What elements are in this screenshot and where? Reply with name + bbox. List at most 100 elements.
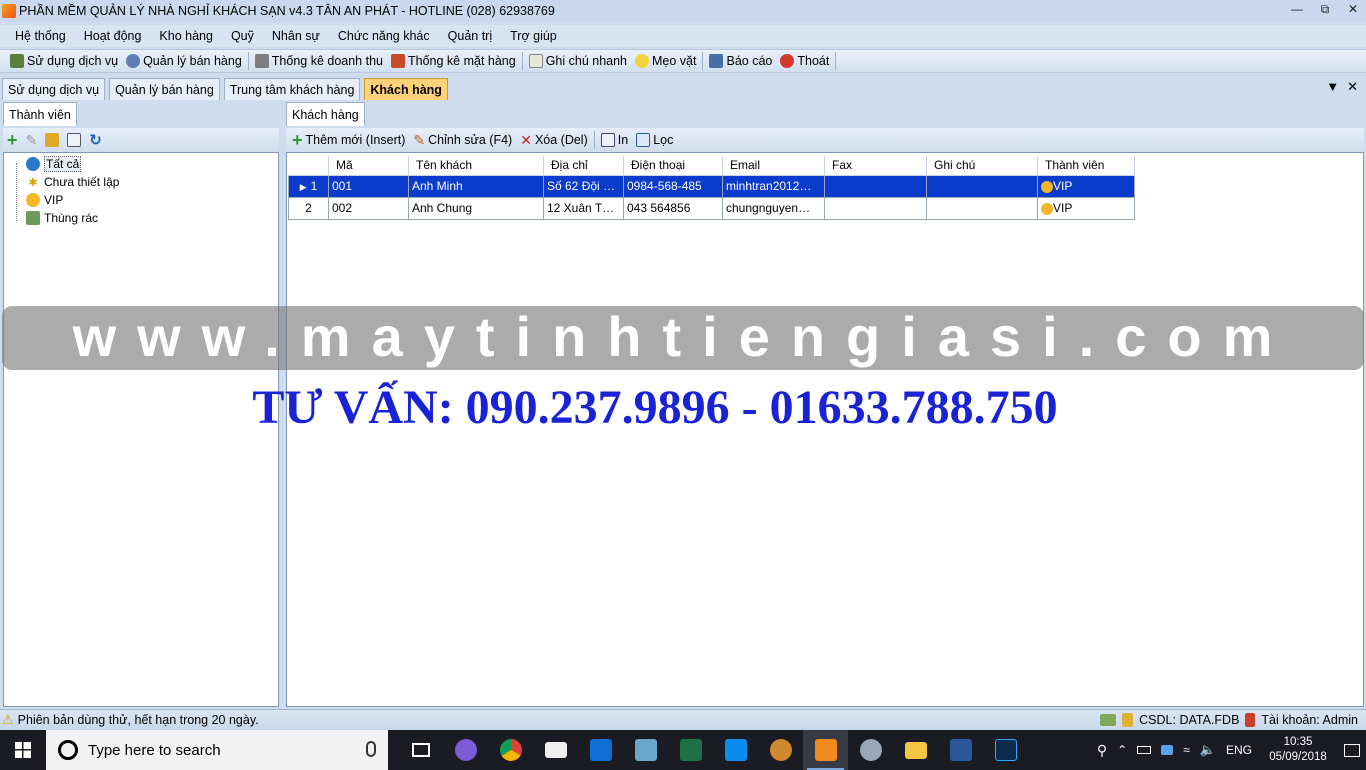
task-view-button[interactable] (398, 730, 443, 770)
taskbar-app-chrome[interactable] (488, 730, 533, 770)
filter-label: Lọc (653, 133, 674, 147)
taskbar-app-viber[interactable] (443, 730, 488, 770)
tree-item-chua-thiet-lap[interactable]: ✱ Chưa thiết lập (26, 173, 119, 191)
taskbar-app-explorer[interactable] (893, 730, 938, 770)
menu-tro-giup[interactable]: Trợ giúp (501, 29, 566, 43)
wifi-icon[interactable]: ≈ (1183, 743, 1190, 757)
edit-customer-button[interactable]: ✎ Chỉnh sửa (F4) (409, 132, 516, 149)
taskbar-search-box[interactable]: Type here to search (46, 730, 388, 770)
su-dung-dich-vu-button[interactable]: Sử dụng dịch vụ (6, 50, 122, 72)
tab-su-dung-dich-vu[interactable]: Sử dụng dịch vụ (2, 78, 106, 100)
print-button[interactable]: In (597, 133, 632, 147)
taskbar-app-zalo[interactable] (713, 730, 758, 770)
col-fax[interactable]: Fax (824, 156, 927, 176)
tree-item-thung-rac[interactable]: Thùng rác (26, 209, 98, 227)
quan-ly-ban-hang-button[interactable]: Quản lý bán hàng (122, 50, 246, 72)
bao-cao-button[interactable]: Báo cáo (705, 50, 776, 72)
taskbar-app-photoshop[interactable] (983, 730, 1028, 770)
tab-quan-ly-ban-hang[interactable]: Quản lý bán hàng (109, 78, 220, 100)
word-icon (949, 739, 972, 761)
col-thanh-vien[interactable]: Thành viên (1037, 156, 1135, 176)
tree-item-tat-ca[interactable]: Tất cả (26, 155, 82, 173)
thong-ke-doanh-thu-button[interactable]: Thống kê doanh thu (251, 50, 387, 72)
cell-email[interactable]: minhtran2012@gmail.com (722, 174, 825, 198)
cell-fax[interactable] (824, 196, 927, 220)
tab-list-dropdown-icon[interactable]: ▼ (1326, 79, 1339, 95)
col-ma[interactable]: Mã (328, 156, 409, 176)
cell-dien-thoai[interactable]: 043 564856 (623, 196, 723, 220)
cell-ma[interactable]: 002 (328, 196, 409, 220)
language-indicator[interactable]: ENG (1226, 743, 1252, 757)
cell-fax[interactable] (824, 174, 927, 198)
book-icon[interactable] (45, 133, 60, 147)
cell-ghi-chu[interactable] (926, 174, 1038, 198)
refresh-icon[interactable]: ↻ (89, 131, 102, 149)
tree-item-vip[interactable]: VIP (26, 191, 63, 209)
taskbar-app-paint[interactable] (848, 730, 893, 770)
meet-now-icon[interactable] (1161, 745, 1174, 755)
menu-hoat-dong[interactable]: Hoạt động (75, 29, 151, 43)
col-dien-thoai[interactable]: Điện thoại (623, 156, 723, 176)
microphone-icon[interactable] (366, 741, 376, 757)
taskbar-app-excel[interactable] (668, 730, 713, 770)
volume-icon[interactable]: 🔈 (1200, 742, 1216, 758)
sparkle-icon: ✱ (28, 176, 38, 189)
tab-thanh-vien[interactable]: Thành viên (3, 102, 77, 126)
taskbar-app-hotel[interactable] (803, 730, 848, 770)
start-button[interactable] (0, 730, 46, 770)
delete-customer-button[interactable]: ✕ Xóa (Del) (516, 132, 592, 149)
meo-vat-button[interactable]: Mẹo vặt (631, 50, 700, 72)
account-status: Tài khoản: Admin (1261, 713, 1358, 727)
minimize-button[interactable]: — (1290, 2, 1304, 16)
tab-khach-hang[interactable]: Khách hàng (364, 78, 448, 100)
tree-item-label: Chưa thiết lập (44, 175, 120, 189)
menu-quy[interactable]: Quỹ (222, 29, 263, 43)
col-ten-khach[interactable]: Tên khách (408, 156, 544, 176)
cell-ma[interactable]: 001 (328, 174, 409, 198)
people-icon[interactable]: ⚲ (1097, 742, 1107, 759)
cell-dien-thoai[interactable]: 0984-568-485 (623, 174, 723, 198)
ghi-chu-nhanh-button[interactable]: Ghi chú nhanh (525, 50, 631, 72)
taskbar-app-notepad[interactable] (623, 730, 668, 770)
cell-dia-chi[interactable]: Số 62 Đội Cấn (543, 174, 624, 198)
thoat-button[interactable]: Thoát (776, 50, 833, 72)
clock-time: 10:35 (1283, 736, 1313, 748)
list-settings-icon[interactable] (67, 133, 82, 147)
cell-ten-khach[interactable]: Anh Chung (408, 196, 544, 220)
menu-chuc-nang-khac[interactable]: Chức năng khác (329, 29, 439, 43)
filter-button[interactable]: Lọc (632, 133, 677, 147)
add-group-icon[interactable]: + (7, 131, 18, 149)
clock[interactable]: 10:35 05/09/2018 (1262, 735, 1334, 765)
menu-he-thong[interactable]: Hệ thống (6, 29, 75, 43)
add-customer-button[interactable]: + Thêm mới (Insert) (288, 131, 409, 149)
cell-ghi-chu[interactable] (926, 196, 1038, 220)
cell-thanh-vien[interactable]: VIP (1037, 174, 1135, 198)
show-hidden-icons-icon[interactable]: ⌃ (1117, 743, 1127, 757)
tab-khach-hang-list[interactable]: Khách hàng (286, 102, 365, 126)
edit-group-icon[interactable]: ✎ (26, 132, 38, 149)
col-email[interactable]: Email (722, 156, 825, 176)
thong-ke-mat-hang-button[interactable]: Thống kê mặt hàng (387, 50, 520, 72)
taskbar-app-word[interactable] (938, 730, 983, 770)
table-row[interactable]: 2 002 Anh Chung 12 Xuân Thủy 043 564856 … (288, 196, 1135, 220)
close-tab-icon[interactable]: ✕ (1347, 79, 1358, 95)
user-icon (1245, 713, 1256, 727)
cell-thanh-vien[interactable]: VIP (1037, 196, 1135, 220)
menu-kho-hang[interactable]: Kho hàng (150, 29, 222, 43)
taskbar-app-teamviewer[interactable] (578, 730, 623, 770)
col-dia-chi[interactable]: Địa chỉ (543, 156, 624, 176)
notifications-icon[interactable] (1344, 743, 1360, 757)
close-button[interactable]: ✕ (1346, 2, 1360, 16)
menu-nhan-su[interactable]: Nhân sự (263, 29, 329, 43)
cell-dia-chi[interactable]: 12 Xuân Thủy (543, 196, 624, 220)
battery-icon[interactable] (1137, 746, 1152, 754)
tab-trung-tam-khach-hang[interactable]: Trung tâm khách hàng (223, 78, 361, 100)
menu-quan-tri[interactable]: Quản trị (439, 29, 501, 43)
cell-ten-khach[interactable]: Anh Minh (408, 174, 544, 198)
taskbar-app-tree[interactable] (758, 730, 803, 770)
col-ghi-chu[interactable]: Ghi chú (926, 156, 1038, 176)
taskbar-app-mail[interactable] (533, 730, 578, 770)
table-row[interactable]: ▶ 1 001 Anh Minh Số 62 Đội Cấn 0984-568-4… (288, 174, 1135, 198)
restore-button[interactable]: ⧉ (1318, 2, 1332, 16)
cell-email[interactable]: chungnguyen@gmail.com (722, 196, 825, 220)
